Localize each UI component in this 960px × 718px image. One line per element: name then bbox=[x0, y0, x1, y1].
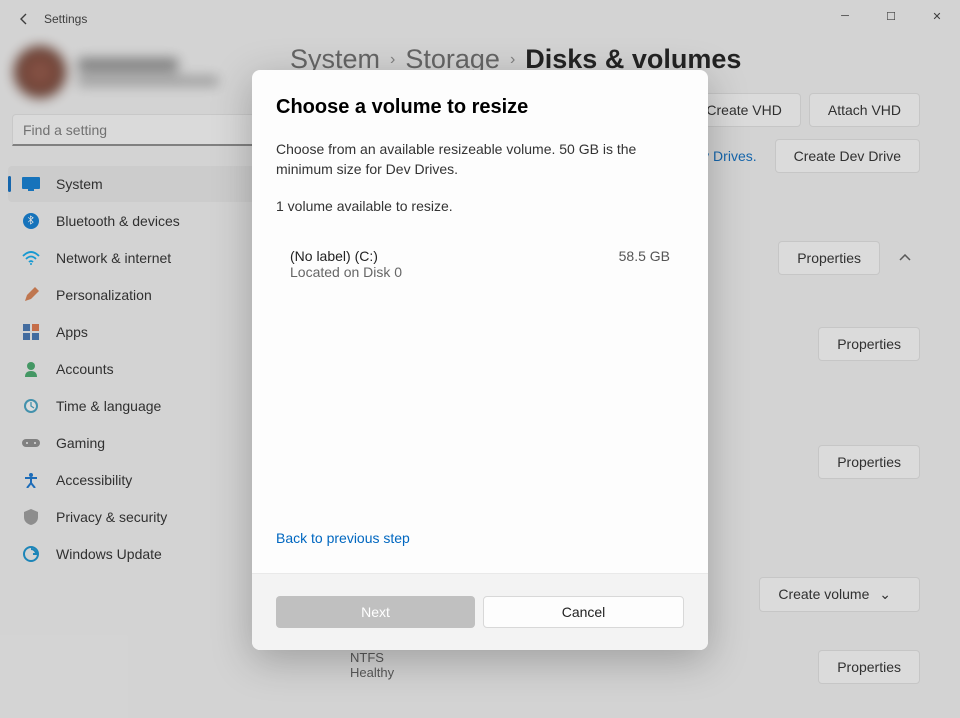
resize-volume-dialog: Choose a volume to resize Choose from an… bbox=[252, 70, 708, 650]
modal-overlay: Choose a volume to resize Choose from an… bbox=[0, 0, 960, 718]
dialog-description: Choose from an available resizeable volu… bbox=[276, 139, 684, 180]
back-to-previous-link[interactable]: Back to previous step bbox=[276, 530, 684, 546]
cancel-button[interactable]: Cancel bbox=[483, 596, 684, 628]
volume-option[interactable]: (No label) (C:) Located on Disk 0 58.5 G… bbox=[276, 238, 684, 290]
dialog-title: Choose a volume to resize bbox=[276, 96, 684, 119]
volume-option-size: 58.5 GB bbox=[619, 248, 670, 280]
volume-option-label: (No label) (C:) bbox=[290, 248, 402, 264]
volume-option-location: Located on Disk 0 bbox=[290, 264, 402, 280]
next-button[interactable]: Next bbox=[276, 596, 475, 628]
dialog-status: 1 volume available to resize. bbox=[276, 198, 684, 214]
